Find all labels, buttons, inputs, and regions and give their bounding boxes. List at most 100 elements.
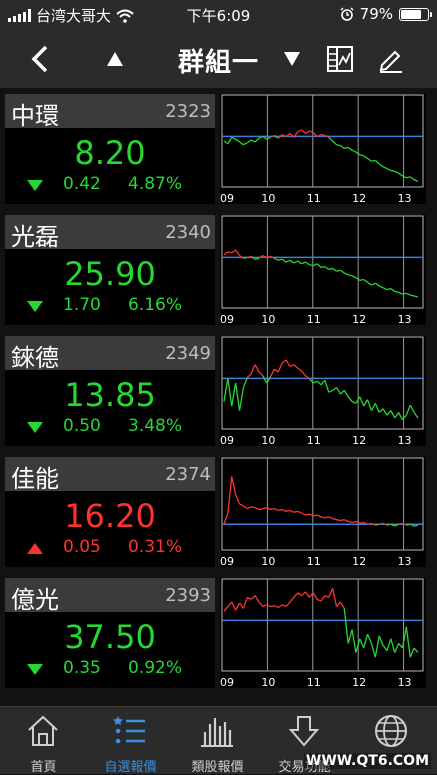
x-tick-label: 09 xyxy=(220,555,234,567)
triangle-up-icon xyxy=(107,52,123,66)
stock-row[interactable]: 錸德 2349 13.85 0.50 3.48% 09 10 11 12 13 xyxy=(0,330,437,448)
price-segment xyxy=(320,265,326,269)
price-segment xyxy=(247,255,252,259)
stock-price: 37.50 xyxy=(64,618,156,656)
download-icon xyxy=(288,716,320,747)
stock-row[interactable]: 佳能 2374 16.20 0.05 0.31% 09 10 11 12 13 xyxy=(0,451,437,569)
status-bar: 台湾大哥大 下午6:09 79% xyxy=(0,0,437,30)
price-segment xyxy=(328,267,333,270)
price-segment xyxy=(251,506,256,509)
x-tick-label: 12 xyxy=(352,555,366,567)
x-tick-label: 12 xyxy=(352,676,366,688)
price-segment xyxy=(313,514,318,517)
price-segment xyxy=(359,154,364,157)
triangle-down-icon xyxy=(27,664,43,675)
price-segment xyxy=(406,523,411,526)
x-tick-label: 11 xyxy=(307,555,321,567)
intraday-chart: 09 10 11 12 13 xyxy=(220,336,426,446)
triangle-down-icon xyxy=(27,422,43,433)
battery-icon xyxy=(399,7,432,21)
intraday-chart: 09 10 11 12 13 xyxy=(220,578,426,688)
triangle-down-icon xyxy=(284,52,300,66)
back-button[interactable] xyxy=(20,39,60,79)
globe-icon xyxy=(375,715,407,747)
x-tick-label: 11 xyxy=(307,192,321,204)
prev-group-button[interactable] xyxy=(95,39,135,79)
stock-code: 2323 xyxy=(165,101,211,122)
price-segment xyxy=(309,264,314,267)
percent-change: 0.31% xyxy=(128,537,183,557)
stock-code: 2349 xyxy=(165,343,211,364)
price-segment xyxy=(332,518,337,521)
percent-change: 0.92% xyxy=(128,658,183,678)
price-segment xyxy=(398,522,403,525)
x-tick-label: 13 xyxy=(398,313,412,325)
price-segment xyxy=(386,288,391,291)
price-segment xyxy=(413,524,419,527)
price-segment xyxy=(336,269,341,272)
stock-list[interactable]: 中環 2323 8.20 0.42 4.87% 09 10 11 12 13 光磊 2340 25.90… xyxy=(0,88,437,706)
price-segment xyxy=(336,144,341,147)
tab-watchlist[interactable]: 自選報價 xyxy=(87,707,174,775)
price-segment xyxy=(344,146,349,149)
price-segment xyxy=(324,516,329,519)
home-icon xyxy=(28,715,58,746)
x-tick-label: 13 xyxy=(398,555,412,567)
price-segment xyxy=(379,522,384,525)
price-segment xyxy=(371,159,376,162)
battery-fill xyxy=(401,9,421,19)
price-segment xyxy=(320,133,326,137)
stock-code: 2393 xyxy=(165,585,211,606)
triangle-down-icon xyxy=(27,180,43,191)
x-tick-label: 10 xyxy=(261,676,275,688)
quote-panel: 億光 2393 37.50 0.35 0.92% xyxy=(5,578,215,688)
tab-home[interactable]: 首頁 xyxy=(0,707,87,775)
stock-row[interactable]: 中環 2323 8.20 0.42 4.87% 09 10 11 12 13 xyxy=(0,88,437,206)
stock-row[interactable]: 光磊 2340 25.90 1.70 6.16% 09 10 11 12 13 xyxy=(0,209,437,327)
x-tick-label: 09 xyxy=(220,676,234,688)
x-tick-label: 09 xyxy=(220,313,234,325)
x-tick-label: 12 xyxy=(352,192,366,204)
price-segment xyxy=(336,519,341,522)
price-segment xyxy=(394,290,399,293)
price-segment xyxy=(293,510,298,513)
stock-name: 光磊 xyxy=(11,223,59,251)
x-tick-label: 10 xyxy=(261,192,275,204)
name-bar: 光磊 2340 xyxy=(5,215,215,251)
stock-name: 億光 xyxy=(11,586,59,614)
price-segment xyxy=(227,251,232,254)
x-tick-label: 12 xyxy=(352,313,366,325)
x-tick-label: 13 xyxy=(398,434,412,446)
price-segment xyxy=(270,605,275,608)
price-segment xyxy=(359,278,364,282)
price-segment xyxy=(359,521,364,524)
price-segment xyxy=(413,295,419,298)
name-bar: 中環 2323 xyxy=(5,94,215,130)
stock-name: 中環 xyxy=(11,102,59,130)
chart-view-button[interactable] xyxy=(320,39,360,79)
intraday-chart: 09 10 11 12 13 xyxy=(220,215,426,325)
price-segment xyxy=(351,520,357,524)
price-segment xyxy=(254,257,260,260)
stock-price: 16.20 xyxy=(64,497,156,535)
stock-code: 2374 xyxy=(165,464,211,485)
stock-price: 13.85 xyxy=(64,376,156,414)
edit-button[interactable] xyxy=(370,39,410,79)
tab-sector-quotes[interactable]: 類股報價 xyxy=(174,707,261,775)
price-change: 0.42 xyxy=(63,174,101,194)
price-change: 0.50 xyxy=(63,416,101,436)
intraday-chart: 09 10 11 12 13 xyxy=(220,94,426,204)
price-segment xyxy=(348,520,353,524)
stock-name: 錸德 xyxy=(11,344,59,372)
quote-panel: 中環 2323 8.20 0.42 4.87% xyxy=(5,94,215,204)
price-segment xyxy=(258,507,263,511)
x-tick-label: 09 xyxy=(220,434,234,446)
quote-panel: 錸德 2349 13.85 0.50 3.48% xyxy=(5,336,215,446)
next-group-button[interactable] xyxy=(272,39,312,79)
price-segment xyxy=(367,522,372,525)
chart-view-icon xyxy=(327,46,353,72)
percent-change: 4.87% xyxy=(128,174,183,194)
status-right: 79% xyxy=(340,5,432,23)
price-segment xyxy=(266,255,271,259)
stock-row[interactable]: 億光 2393 37.50 0.35 0.92% 09 10 11 12 13 xyxy=(0,572,437,690)
